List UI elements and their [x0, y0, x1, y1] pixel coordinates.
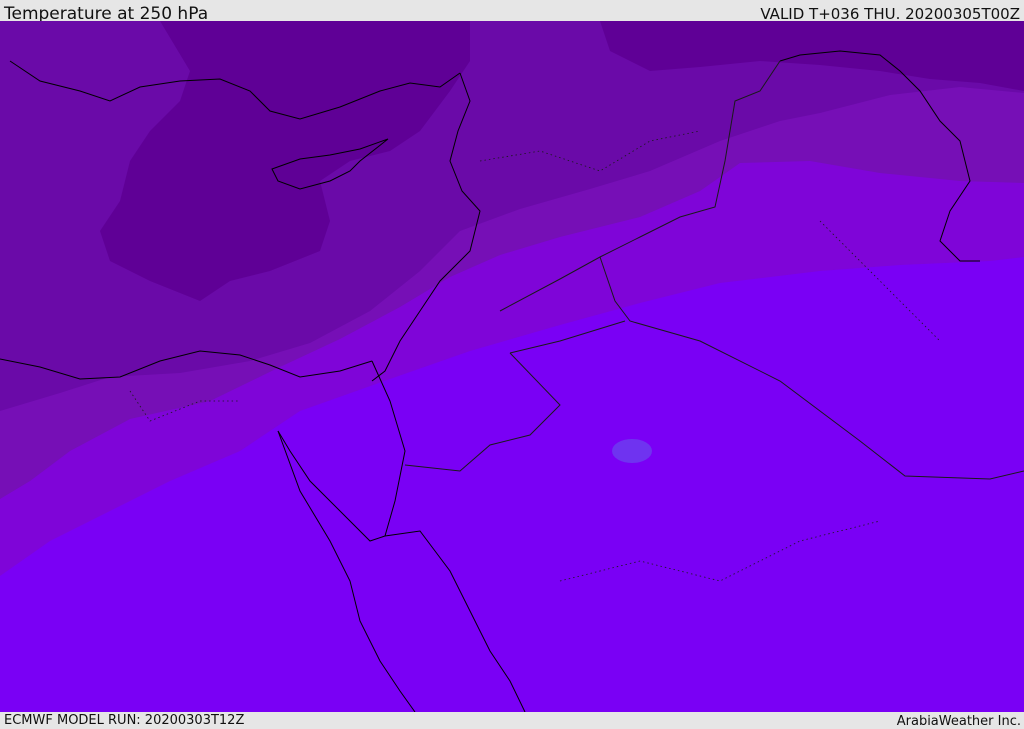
warm-patch [612, 439, 652, 463]
map-canvas [0, 21, 1024, 712]
forecast-map-frame: Temperature at 250 hPa VALID T+036 THU. … [0, 0, 1024, 729]
temperature-map[interactable] [0, 21, 1024, 712]
model-run-label: ECMWF MODEL RUN: 20200303T12Z [4, 713, 245, 728]
brand-label: ArabiaWeather Inc. [896, 714, 1021, 729]
